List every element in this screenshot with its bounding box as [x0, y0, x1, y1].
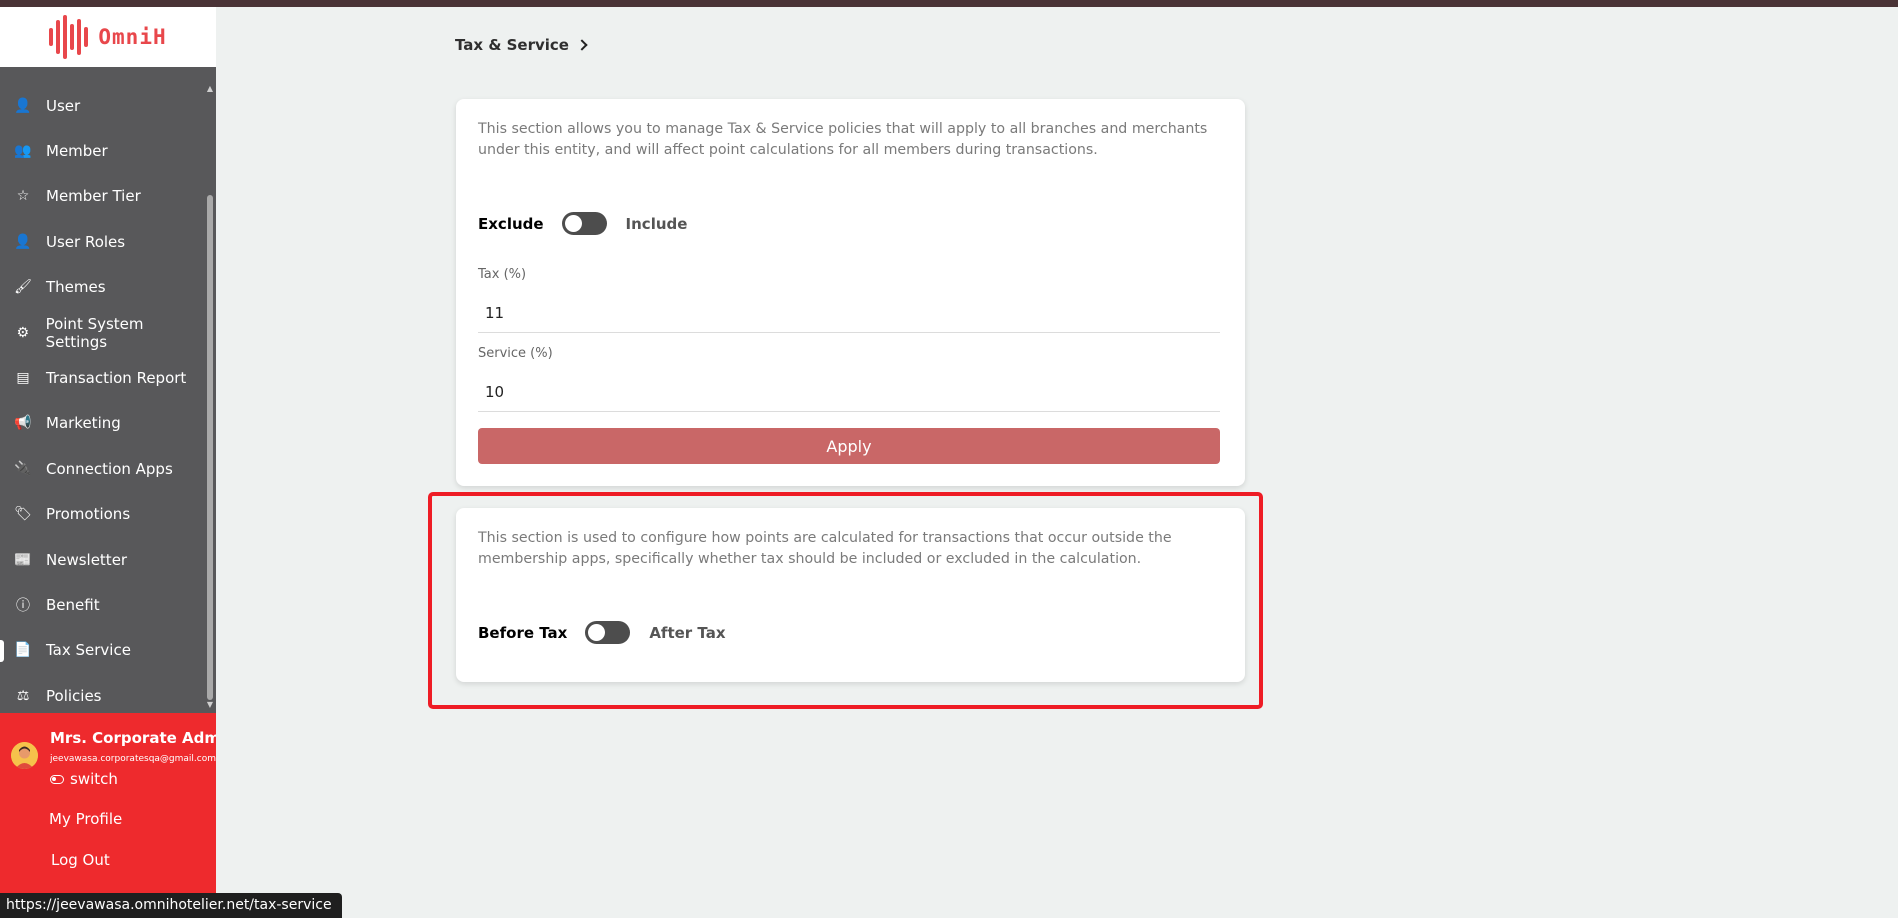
- sidebar-item-point-system-settings[interactable]: ⚙ Point System Settings: [0, 310, 206, 355]
- top-accent-bar: [0, 0, 1898, 7]
- chevron-right-icon: [576, 39, 588, 51]
- sidebar-item-transaction-report[interactable]: ▤ Transaction Report: [0, 355, 206, 400]
- points-calculation-card: This section is used to configure how po…: [456, 508, 1245, 682]
- exclude-label: Exclude: [478, 214, 544, 233]
- plug-icon: 🔌: [14, 460, 32, 477]
- sidebar-item-label: Marketing: [46, 414, 121, 433]
- apply-button[interactable]: Apply: [478, 428, 1220, 464]
- toggle-icon: [50, 774, 64, 784]
- sidebar-item-label: Connection Apps: [46, 459, 173, 478]
- sidebar-item-label: Point System Settings: [45, 314, 144, 351]
- info-icon: ⓘ: [16, 597, 30, 614]
- sidebar: OmniH 👤 User 👥 Member ☆ Member Tier 👤 User Role…: [0, 7, 216, 918]
- breadcrumb[interactable]: Tax & Service: [455, 36, 588, 54]
- newspaper-icon: 📰: [14, 551, 32, 568]
- include-label: Include: [625, 214, 688, 233]
- sidebar-item-label: Member: [46, 142, 108, 161]
- user-name: Mrs. Corporate Admin: [50, 729, 216, 747]
- scroll-up-icon[interactable]: ▲: [206, 85, 214, 93]
- service-input[interactable]: [478, 372, 1220, 412]
- user-plus-icon: 👤: [14, 97, 32, 114]
- switch-account-toggle[interactable]: switch: [50, 770, 118, 788]
- status-bar-url: https://jeevawasa.omnihotelier.net/tax-s…: [0, 893, 342, 918]
- sidebar-item-newsletter[interactable]: 📰 Newsletter: [0, 537, 206, 582]
- tax-label: Tax (%): [478, 267, 527, 282]
- sidebar-item-label: Benefit: [46, 595, 100, 614]
- sidebar-item-policies[interactable]: ⚖ Policies: [0, 673, 206, 718]
- after-tax-label: After Tax: [649, 623, 726, 642]
- scale-icon: ⚖: [16, 687, 30, 704]
- sidebar-item-label: Newsletter: [46, 550, 128, 569]
- sidebar-item-label: Promotions: [46, 505, 131, 524]
- sidebar-item-label: Member Tier: [46, 187, 141, 206]
- before-after-tax-switch[interactable]: [585, 621, 631, 644]
- scroll-down-icon[interactable]: ▼: [206, 701, 214, 709]
- sidebar-scrollbar[interactable]: ▲ ▼: [206, 85, 214, 709]
- users-icon: 👥: [14, 143, 32, 160]
- sidebar-item-tax-service[interactable]: 📄 Tax Service: [0, 628, 206, 673]
- service-label: Service (%): [478, 346, 553, 361]
- sidebar-item-user-roles[interactable]: 👤 User Roles: [0, 219, 206, 264]
- include-exclude-toggle-row: Exclude Include: [478, 212, 687, 235]
- report-icon: ▤: [16, 370, 30, 387]
- brand-logo[interactable]: OmniH: [0, 7, 216, 67]
- scroll-thumb[interactable]: [207, 195, 213, 700]
- avatar[interactable]: [11, 742, 38, 769]
- user-gear-icon: 👤: [14, 233, 32, 250]
- megaphone-icon: 📢: [14, 415, 32, 432]
- tax-card-description: This section allows you to manage Tax & …: [478, 121, 1208, 158]
- sidebar-item-label: Policies: [46, 686, 102, 705]
- sidebar-item-marketing[interactable]: 📢 Marketing: [0, 401, 206, 446]
- sidebar-item-connection-apps[interactable]: 🔌 Connection Apps: [0, 446, 206, 491]
- sidebar-item-promotions[interactable]: 🏷 Promotions: [0, 492, 206, 537]
- sidebar-item-label: Tax Service: [46, 641, 131, 660]
- sidebar-item-label: Themes: [46, 278, 106, 297]
- brand-name: OmniH: [98, 25, 167, 49]
- logo-mark-icon: [49, 14, 89, 60]
- my-profile-link[interactable]: My Profile: [49, 810, 122, 828]
- sidebar-item-themes[interactable]: 🖌 Themes: [0, 265, 206, 310]
- brush-icon: 🖌: [14, 279, 32, 296]
- sidebar-item-user[interactable]: 👤 User: [0, 83, 206, 128]
- user-panel: Mrs. Corporate Admin jeevawasa.corporate…: [0, 713, 216, 918]
- before-tax-label: Before Tax: [478, 623, 568, 642]
- sidebar-nav: 👤 User 👥 Member ☆ Member Tier 👤 User Roles 🖌 Them…: [0, 83, 206, 718]
- log-out-link[interactable]: Log Out: [51, 851, 110, 869]
- document-icon: 📄: [14, 642, 32, 659]
- tax-service-card: This section allows you to manage Tax & …: [456, 99, 1245, 486]
- before-after-tax-toggle-row: Before Tax After Tax: [478, 621, 726, 644]
- sidebar-item-label: Transaction Report: [46, 369, 187, 388]
- switch-knob: [588, 624, 606, 641]
- points-card-description: This section is used to configure how po…: [478, 530, 1172, 567]
- include-exclude-switch[interactable]: [561, 212, 607, 235]
- page-title: Tax & Service: [455, 36, 569, 54]
- gear-icon: ⚙: [16, 324, 30, 341]
- sidebar-item-label: User Roles: [46, 232, 126, 251]
- star-icon: ☆: [16, 188, 30, 205]
- switch-label: switch: [70, 770, 118, 788]
- sidebar-item-benefit[interactable]: ⓘ Benefit: [0, 582, 206, 627]
- tax-input[interactable]: [478, 293, 1220, 333]
- sidebar-item-label: User: [46, 96, 81, 115]
- switch-knob: [564, 215, 582, 232]
- tags-icon: 🏷: [14, 506, 32, 523]
- user-email: jeevawasa.corporatesqa@gmail.com: [50, 754, 216, 764]
- sidebar-item-member-tier[interactable]: ☆ Member Tier: [0, 174, 206, 219]
- sidebar-item-member[interactable]: 👥 Member: [0, 128, 206, 173]
